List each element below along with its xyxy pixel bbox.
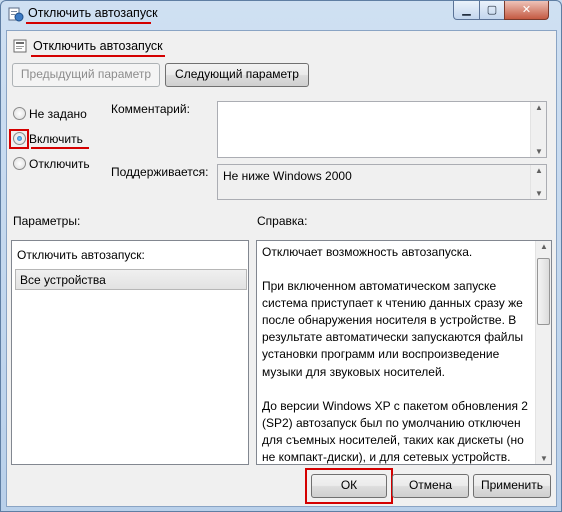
policy-title-highlight-underline xyxy=(31,55,165,57)
radio-not-configured[interactable]: Не задано xyxy=(13,106,87,124)
help-paragraph: Отключает возможность автозапуска. xyxy=(262,245,473,259)
comment-textarea[interactable]: ▲ ▼ xyxy=(217,101,547,158)
close-button[interactable]: ✕ xyxy=(504,1,549,20)
radio-label-not-configured: Не задано xyxy=(29,106,87,121)
apply-button[interactable]: Применить xyxy=(473,474,551,498)
close-icon: ✕ xyxy=(521,4,532,16)
radio-button[interactable] xyxy=(13,107,26,121)
scroll-up-arrow-icon[interactable]: ▲ xyxy=(531,166,547,175)
next-setting-button[interactable]: Следующий параметр xyxy=(165,63,309,87)
scroll-up-arrow-icon[interactable]: ▲ xyxy=(531,103,547,112)
policy-settings-icon xyxy=(8,7,24,22)
help-text: Отключает возможность автозапуска. При в… xyxy=(262,244,530,464)
minimize-icon: ▁ xyxy=(462,4,471,16)
maximize-icon: ▢ xyxy=(486,4,498,16)
supported-label: Поддерживается: xyxy=(111,165,209,179)
enabled-radio-highlight-box xyxy=(9,129,29,149)
title-bar[interactable]: Отключить автозапуск ▁ ▢ ✕ xyxy=(1,1,561,27)
cancel-button[interactable]: Отмена xyxy=(392,474,469,498)
comment-label: Комментарий: xyxy=(111,102,190,116)
maximize-button[interactable]: ▢ xyxy=(479,1,505,20)
previous-setting-button[interactable]: Предыдущий параметр xyxy=(12,63,160,87)
enabled-label-highlight-underline xyxy=(31,147,89,149)
help-paragraph: До версии Windows XP с пакетом обновлени… xyxy=(262,398,528,464)
minimize-button[interactable]: ▁ xyxy=(453,1,480,20)
policy-dialog-window: Отключить автозапуск ▁ ▢ ✕ Отключить авт… xyxy=(0,0,562,512)
comment-scrollbar[interactable]: ▲ ▼ xyxy=(530,102,546,157)
autoplay-option-label: Отключить автозапуск: xyxy=(17,248,145,262)
scroll-down-arrow-icon[interactable]: ▼ xyxy=(531,189,547,198)
title-highlight-underline xyxy=(26,22,151,24)
window-title: Отключить автозапуск xyxy=(28,6,158,20)
help-section-label: Справка: xyxy=(257,214,308,228)
options-pane: Отключить автозапуск: Все устройства xyxy=(11,240,249,465)
radio-button[interactable] xyxy=(13,157,26,171)
help-pane[interactable]: Отключает возможность автозапуска. При в… xyxy=(256,240,552,465)
help-paragraph: При включенном автоматическом запуске си… xyxy=(262,279,524,379)
options-section-label: Параметры: xyxy=(13,214,81,228)
scroll-down-arrow-icon[interactable]: ▼ xyxy=(536,454,551,463)
radio-disabled[interactable]: Отключить xyxy=(13,156,90,174)
ok-button[interactable]: ОК xyxy=(311,474,387,498)
scroll-down-arrow-icon[interactable]: ▼ xyxy=(531,147,547,156)
help-scrollbar[interactable]: ▲ ▼ xyxy=(535,241,551,464)
policy-icon xyxy=(13,39,27,53)
supported-scrollbar[interactable]: ▲ ▼ xyxy=(530,165,546,199)
scrollbar-thumb[interactable] xyxy=(537,258,550,325)
scroll-up-arrow-icon[interactable]: ▲ xyxy=(536,242,551,251)
autoplay-devices-value: Все устройства xyxy=(20,273,106,287)
supported-value: Не ниже Windows 2000 xyxy=(223,169,352,183)
radio-label-enabled: Включить xyxy=(29,131,83,146)
supported-on-field: Не ниже Windows 2000 ▲ ▼ xyxy=(217,164,547,200)
radio-label-disabled: Отключить xyxy=(29,156,90,171)
policy-title: Отключить автозапуск xyxy=(33,39,163,53)
autoplay-devices-select[interactable]: Все устройства xyxy=(15,269,247,290)
dialog-client-area: Отключить автозапуск Предыдущий параметр… xyxy=(6,30,557,507)
